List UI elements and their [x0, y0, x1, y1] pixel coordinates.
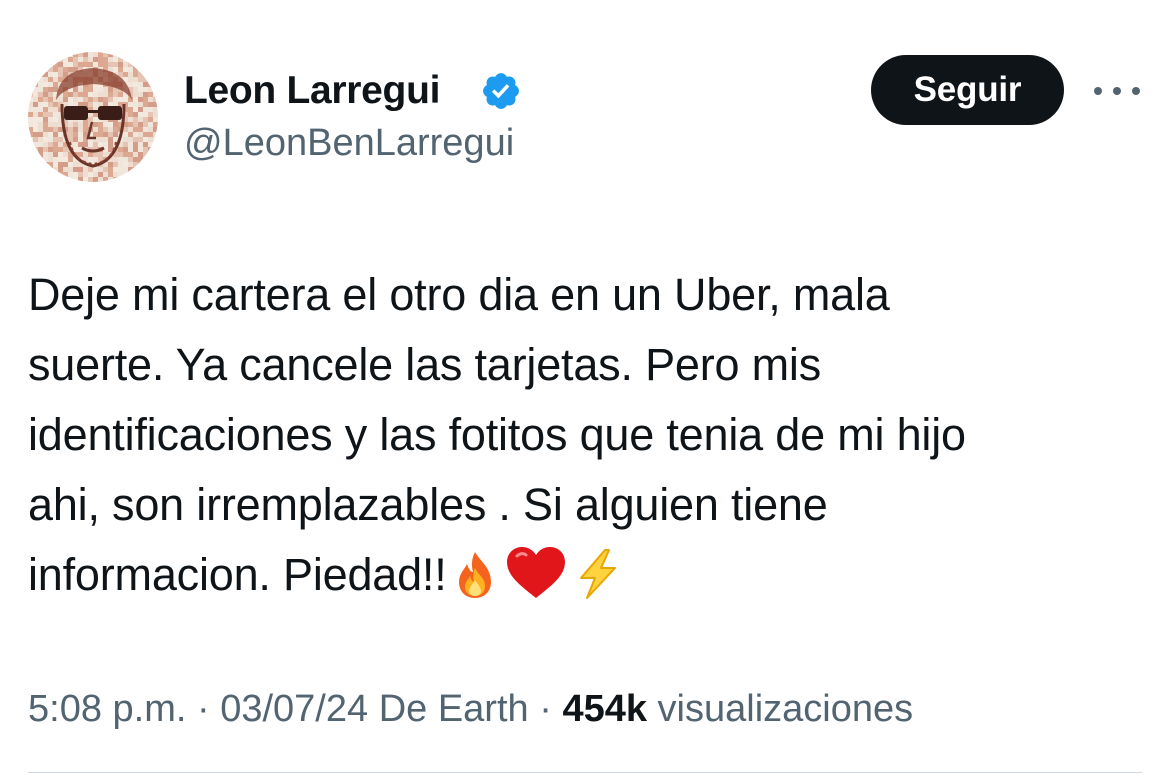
more-dot [1094, 87, 1102, 95]
avatar-mosaic-portrait [28, 52, 158, 182]
tweet-text: Deje mi cartera el otro dia en un Uber, … [28, 260, 1148, 610]
verified-badge-icon [483, 73, 519, 109]
author-handle[interactable]: @LeonBenLarregui [184, 118, 514, 168]
author-display-name[interactable]: Leon Larregui [184, 66, 440, 116]
tweet-text-line: Deje mi cartera el otro dia en un Uber, … [28, 269, 890, 320]
tweet-meta: 5:08 p.m. · 03/07/24 De Earth · 454k vis… [28, 684, 913, 734]
meta-separator: · [186, 688, 221, 730]
tweet-text-last-words: informacion. Piedad!! [28, 549, 447, 600]
tweet-time[interactable]: 5:08 p.m. [28, 688, 186, 730]
follow-button[interactable]: Seguir [871, 55, 1064, 125]
tweet-text-line: identificaciones y las fotitos que tenia… [28, 409, 966, 460]
avatar[interactable] [28, 52, 158, 182]
views-count[interactable]: 454k [562, 688, 647, 730]
tweet-date[interactable]: 03/07/24 [220, 688, 368, 730]
lightning-emoji-icon [573, 548, 623, 600]
fire-emoji-icon [451, 550, 499, 600]
tweet-text-line-last: informacion. Piedad!! [28, 540, 1148, 610]
divider [28, 772, 1142, 773]
tweet-text-line: ahi, son irremplazables . Si alguien tie… [28, 479, 828, 530]
more-dot [1132, 87, 1140, 95]
more-horizontal-icon[interactable] [1094, 80, 1140, 102]
meta-separator: · [528, 688, 563, 730]
views-label[interactable]: visualizaciones [658, 688, 914, 730]
tweet-text-line: suerte. Ya cancele las tarjetas. Pero mi… [28, 339, 822, 390]
more-dot [1113, 87, 1121, 95]
red-heart-emoji-icon [503, 544, 569, 600]
tweet-card: Leon Larregui @LeonBenLarregui Seguir De… [0, 0, 1170, 777]
tweet-source: De Earth [378, 688, 529, 730]
